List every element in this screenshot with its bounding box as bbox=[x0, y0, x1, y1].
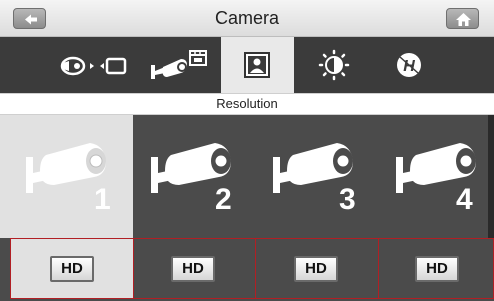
portrait-tab[interactable] bbox=[221, 37, 294, 93]
camera-1-cell[interactable]: 1 bbox=[0, 115, 133, 238]
hd-label: HD bbox=[182, 260, 204, 277]
camera-to-screen-icon bbox=[60, 56, 127, 76]
camera-2-cell[interactable]: 2 bbox=[133, 115, 255, 238]
hd-label: HD bbox=[426, 260, 448, 277]
camera-4-cell[interactable]: 4 bbox=[378, 115, 488, 238]
flicker-hz-tab[interactable]: H bbox=[378, 37, 440, 93]
camera-4-icon bbox=[396, 143, 476, 193]
home-icon bbox=[456, 13, 471, 26]
flicker-hz-icon: H bbox=[397, 53, 421, 77]
hd-button-2[interactable]: HD bbox=[171, 256, 215, 282]
hd-cell-3: HD bbox=[255, 238, 379, 299]
camera-to-screen-tab[interactable] bbox=[55, 37, 135, 93]
resolution-row: HD HD HD HD bbox=[0, 238, 494, 301]
hd-label: HD bbox=[61, 260, 83, 277]
camera-3-number: 3 bbox=[339, 183, 356, 216]
camera-record-tab[interactable] bbox=[145, 37, 215, 93]
camera-record-icon bbox=[151, 50, 207, 79]
back-button[interactable] bbox=[13, 8, 46, 29]
section-header: Resolution bbox=[0, 93, 494, 115]
camera-2-number: 2 bbox=[215, 183, 232, 216]
hd-cell-2: HD bbox=[133, 238, 256, 299]
section-label: Resolution bbox=[216, 96, 278, 111]
hd-button-3[interactable]: HD bbox=[294, 256, 338, 282]
home-button[interactable] bbox=[446, 8, 479, 29]
camera-2-icon bbox=[151, 143, 231, 193]
scrollbar[interactable] bbox=[488, 115, 494, 238]
back-arrow-icon bbox=[25, 14, 37, 25]
camera-row: 1 2 3 4 bbox=[0, 115, 494, 238]
hd-label: HD bbox=[305, 260, 327, 277]
hd-button-4[interactable]: HD bbox=[415, 256, 459, 282]
camera-1-number: 1 bbox=[94, 183, 111, 216]
hd-cell-4: HD bbox=[378, 238, 494, 299]
settings-toolbar: H bbox=[0, 37, 494, 93]
page-title: Camera bbox=[214, 8, 280, 28]
camera-4-number: 4 bbox=[456, 183, 473, 216]
camera-1-icon bbox=[26, 143, 106, 193]
camera-3-cell[interactable]: 3 bbox=[255, 115, 378, 238]
camera-settings-screen: Camera H Resolution 1 2 3 4 HD HD HD HD bbox=[0, 0, 494, 301]
brightness-icon bbox=[318, 49, 350, 81]
hd-cell-1: HD bbox=[10, 238, 134, 299]
camera-3-icon bbox=[273, 143, 353, 193]
portrait-icon bbox=[244, 52, 270, 78]
title-bar: Camera bbox=[0, 0, 494, 37]
hd-button-1[interactable]: HD bbox=[50, 256, 94, 282]
brightness-tab[interactable] bbox=[305, 37, 363, 93]
